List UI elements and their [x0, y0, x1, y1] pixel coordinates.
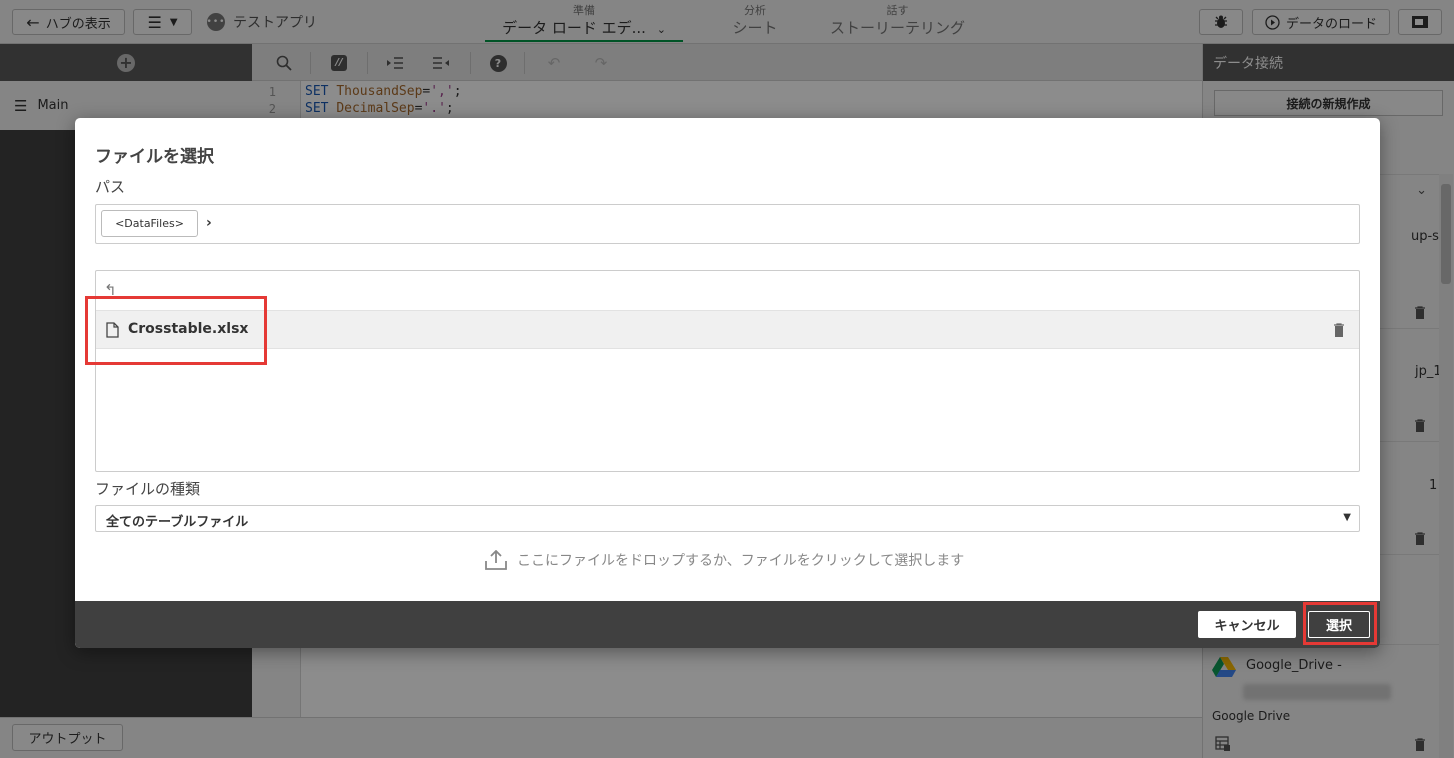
- file-row-crosstable[interactable]: Crosstable.xlsx: [96, 310, 1359, 349]
- drop-text: ここにファイルをドロップするか、ファイルをクリックして選択します: [517, 553, 965, 569]
- dialog-title: ファイルを選択: [95, 147, 214, 167]
- trash-icon[interactable]: [1333, 323, 1345, 337]
- path-label: パス: [95, 178, 126, 196]
- upload-icon: [485, 550, 507, 570]
- file-type-value: 全てのテーブルファイル: [106, 515, 249, 530]
- highlight-file-row: [85, 296, 267, 365]
- file-type-select[interactable]: 全てのテーブルファイル ▼: [95, 505, 1360, 532]
- cancel-button[interactable]: キャンセル: [1198, 611, 1296, 638]
- path-bar: <DataFiles> ›: [95, 204, 1360, 244]
- select-file-dialog: ファイルを選択 パス <DataFiles> › ↰ Crosstable.xl…: [75, 118, 1380, 648]
- file-drop-zone[interactable]: ここにファイルをドロップするか、ファイルをクリックして選択します: [485, 550, 964, 570]
- chevron-right-icon: ›: [206, 215, 212, 231]
- file-list: ↰ Crosstable.xlsx: [95, 270, 1360, 472]
- path-chip-datafiles[interactable]: <DataFiles>: [101, 210, 198, 237]
- chevron-down-icon: ▼: [1343, 512, 1351, 523]
- highlight-select-button: [1303, 602, 1377, 645]
- file-type-label: ファイルの種類: [95, 480, 201, 498]
- dialog-footer: キャンセル 選択: [75, 601, 1380, 648]
